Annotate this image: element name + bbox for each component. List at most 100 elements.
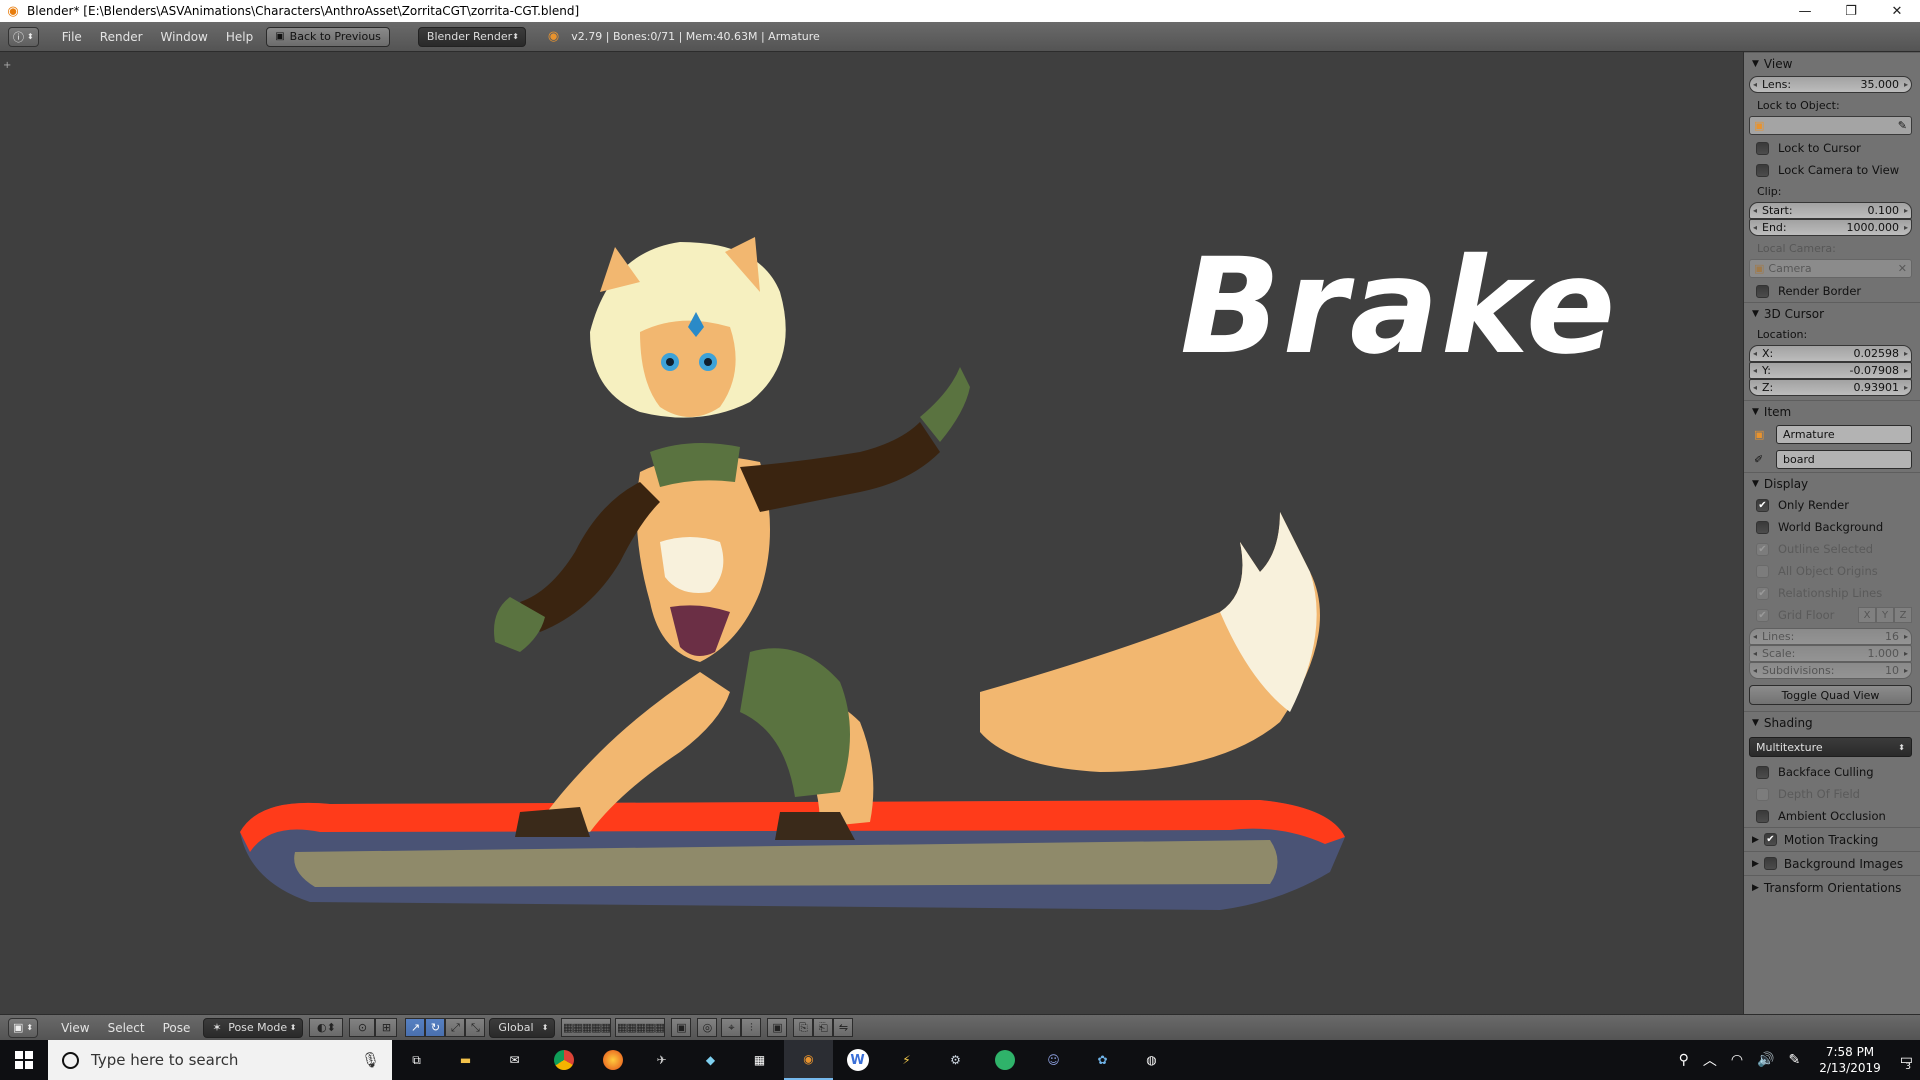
only-render-checkbox[interactable]: ✔ Only Render (1744, 494, 1920, 516)
editor-type-button[interactable]: ⓘ ⬍ (8, 26, 39, 47)
axis-x-toggle[interactable]: X (1858, 607, 1876, 623)
snap-element-button[interactable]: ⫶ (741, 1018, 762, 1037)
panel-header-view[interactable]: ▼ View (1744, 52, 1920, 74)
back-to-previous-button[interactable]: ▣ Back to Previous (266, 26, 390, 47)
grid-scale-field[interactable]: Scale:1.000 (1749, 645, 1912, 662)
shading-mode-dropdown[interactable]: Multitexture ⬍ (1749, 737, 1912, 757)
normal-manipulator-button[interactable]: ⤡ (465, 1018, 486, 1037)
local-camera-field[interactable]: ▣ Camera ✕ (1749, 259, 1912, 278)
clear-icon[interactable]: ✕ (1898, 262, 1907, 275)
cursor-z-field[interactable]: Z:0.93901 (1749, 379, 1912, 396)
clip-end-field[interactable]: End:1000.000 (1749, 219, 1912, 236)
outline-selected-checkbox[interactable]: ✔ Outline Selected (1744, 538, 1920, 560)
cursor-x-field[interactable]: X:0.02598 (1749, 345, 1912, 362)
scale-manipulator-button[interactable]: ⤢ (445, 1018, 466, 1037)
paste-flipped-button[interactable]: ⇋ (833, 1018, 854, 1037)
object-name-field[interactable]: Armature (1776, 425, 1912, 444)
viewport-shading-button[interactable]: ◐⬍ (309, 1018, 344, 1037)
steam-icon[interactable]: ⚙ (931, 1040, 980, 1080)
menu-help[interactable]: Help (217, 30, 262, 44)
world-background-checkbox[interactable]: World Background (1744, 516, 1920, 538)
app-icon-2[interactable]: ◆ (686, 1040, 735, 1080)
app-icon-3[interactable]: ⚡ (882, 1040, 931, 1080)
panel-header-display[interactable]: ▼ Display (1744, 472, 1920, 494)
render-preview-button[interactable]: ▣ (767, 1018, 788, 1037)
toggle-quad-view-button[interactable]: Toggle Quad View (1749, 685, 1912, 705)
checkbox-icon[interactable] (1763, 857, 1777, 870)
app-icon-w[interactable]: W (833, 1040, 882, 1080)
lock-to-cursor-checkbox[interactable]: Lock to Cursor (1744, 137, 1920, 159)
app-icon-1[interactable]: ✈ (637, 1040, 686, 1080)
editor-type-button[interactable]: ▣ ⬍ (8, 1017, 39, 1038)
panel-header-item[interactable]: ▼ Item (1744, 400, 1920, 422)
grid-subdivisions-field[interactable]: Subdivisions:10 (1749, 662, 1912, 679)
firefox-icon[interactable] (588, 1040, 637, 1080)
all-object-origins-checkbox[interactable]: All Object Origins (1744, 560, 1920, 582)
layer-buttons-1[interactable]: ▦▦▦▦▦ (561, 1018, 612, 1037)
3d-viewport[interactable]: + Brake (0, 52, 1743, 1014)
ambient-occlusion-checkbox[interactable]: Ambient Occlusion (1744, 805, 1920, 827)
backface-culling-checkbox[interactable]: Backface Culling (1744, 761, 1920, 783)
copy-pose-button[interactable]: ⎘ (793, 1018, 814, 1037)
axis-z-toggle[interactable]: Z (1894, 607, 1912, 623)
menu-select[interactable]: Select (99, 1021, 154, 1035)
file-explorer-icon[interactable]: ▬ (441, 1040, 490, 1080)
axis-y-toggle[interactable]: Y (1876, 607, 1894, 623)
relationship-lines-checkbox[interactable]: ✔ Relationship Lines (1744, 582, 1920, 604)
menu-file[interactable]: File (53, 30, 91, 44)
clip-start-field[interactable]: Start:0.100 (1749, 202, 1912, 219)
clock[interactable]: 7:58 PM 2/13/2019 (1807, 1044, 1893, 1076)
lock-camera-to-view-checkbox[interactable]: Lock Camera to View (1744, 159, 1920, 181)
lock-layers-button[interactable]: ▣ (671, 1018, 692, 1037)
task-view-icon[interactable]: ⧉ (392, 1040, 441, 1080)
manipulator-toggle[interactable]: ⊞ (375, 1018, 398, 1037)
panel-header-background-images[interactable]: ▶ Background Images (1744, 851, 1920, 875)
panel-header-transform-orientations[interactable]: ▶ Transform Orientations (1744, 875, 1920, 899)
menu-render[interactable]: Render (91, 30, 152, 44)
menu-window[interactable]: Window (152, 30, 217, 44)
depth-of-field-checkbox[interactable]: Depth Of Field (1744, 783, 1920, 805)
app-icon-4[interactable] (980, 1040, 1029, 1080)
volume-icon[interactable]: 🔊 (1750, 1052, 1781, 1068)
render-engine-dropdown[interactable]: Blender Render ⬍ (417, 26, 526, 47)
minimize-button[interactable]: — (1782, 0, 1828, 22)
rotate-manipulator-button[interactable]: ↻ (425, 1018, 446, 1037)
close-button[interactable]: ✕ (1874, 0, 1920, 22)
blender-taskbar-icon[interactable]: ◉ (784, 1040, 833, 1080)
paste-pose-button[interactable]: ⎗ (813, 1018, 834, 1037)
check-icon[interactable]: ✔ (1763, 833, 1777, 846)
action-center-icon[interactable]: ▭ 3 (1893, 1052, 1920, 1072)
microphone-icon[interactable]: 🎙 (361, 1051, 380, 1069)
start-button[interactable] (0, 1040, 48, 1080)
people-icon[interactable]: ⚲ (1672, 1052, 1696, 1068)
bone-name-field[interactable]: board (1776, 450, 1912, 469)
render-border-checkbox[interactable]: Render Border (1744, 280, 1920, 302)
chevron-up-icon[interactable]: ︿ (1696, 1050, 1724, 1070)
mail-icon[interactable]: ✉ (490, 1040, 539, 1080)
panel-header-3d-cursor[interactable]: ▼ 3D Cursor (1744, 302, 1920, 324)
cursor-y-field[interactable]: Y:-0.07908 (1749, 362, 1912, 379)
lens-field[interactable]: Lens:35.000 (1749, 76, 1912, 93)
proportional-edit-button[interactable]: ◎ (697, 1018, 718, 1037)
layer-buttons-2[interactable]: ▦▦▦▦▦ (615, 1018, 666, 1037)
mode-dropdown[interactable]: ✶ Pose Mode ⬍ (203, 1017, 304, 1038)
chrome-icon[interactable] (539, 1040, 588, 1080)
taskbar-search[interactable]: Type here to search 🎙 (48, 1040, 392, 1080)
menu-pose[interactable]: Pose (154, 1021, 200, 1035)
maximize-button[interactable]: ❐ (1828, 0, 1874, 22)
panel-header-shading[interactable]: ▼ Shading (1744, 711, 1920, 733)
menu-view[interactable]: View (52, 1021, 98, 1035)
translate-manipulator-button[interactable]: ↗ (405, 1018, 426, 1037)
panel-header-motion-tracking[interactable]: ▶ ✔ Motion Tracking (1744, 827, 1920, 851)
check-icon[interactable]: ✔ (1756, 608, 1769, 622)
transform-orientation-dropdown[interactable]: Global ⬍ (489, 1017, 556, 1038)
app-icon-5[interactable]: ✿ (1078, 1040, 1127, 1080)
pivot-point-button[interactable]: ⊙ (349, 1018, 376, 1037)
network-icon[interactable]: ◠ (1724, 1052, 1750, 1068)
obs-icon[interactable]: ◍ (1127, 1040, 1176, 1080)
grid-lines-field[interactable]: Lines:16 (1749, 628, 1912, 645)
calculator-icon[interactable]: ▦ (735, 1040, 784, 1080)
snap-toggle-button[interactable]: ⌖ (721, 1018, 742, 1037)
discord-icon[interactable]: ☺ (1029, 1040, 1078, 1080)
character-model[interactable] (220, 212, 1360, 1012)
